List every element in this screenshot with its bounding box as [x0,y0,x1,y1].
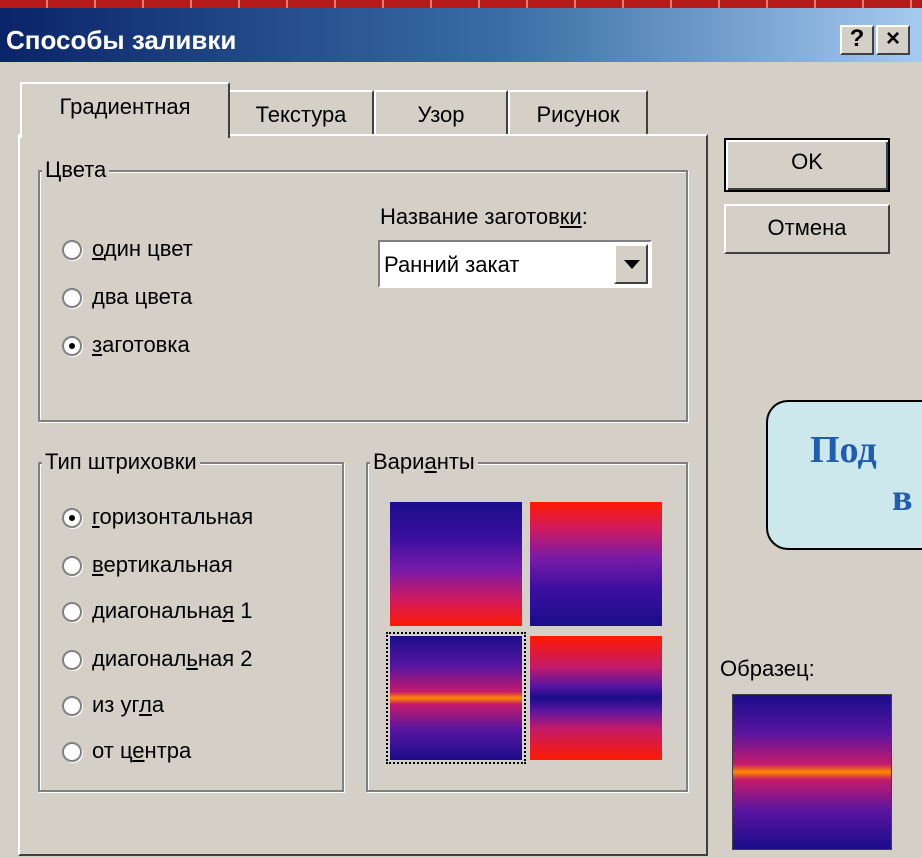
tab-gradient[interactable]: Градиентная [20,82,230,138]
radio-from-corner-indicator[interactable] [62,696,82,717]
callout-line-2: в [892,477,913,519]
radio-preset[interactable]: заготовка [62,332,190,358]
help-button[interactable]: ? [840,25,874,55]
preset-mnemonic: з [92,332,103,357]
sample-label: Образец: [720,656,815,681]
cancel-label: Отмена [767,215,847,240]
sample-preview [732,694,892,850]
radio-vertical[interactable]: вертикальная [62,552,233,578]
preset-name-value: Ранний закат [384,252,520,277]
radio-from-center-indicator[interactable] [62,742,82,763]
tab-picture-label: Рисунок [536,102,620,127]
radio-diagonal-2[interactable]: диагональная 2 [62,646,252,672]
radio-diagonal-1-indicator[interactable] [62,602,82,623]
variant-swatch-3-selection[interactable] [386,632,526,764]
diagonal-2-label: ная 2 [197,646,253,671]
callout-line-1: Под [810,429,877,471]
dialog-title-bar[interactable]: Способы заливки ? × [0,8,922,62]
ok-label: OK [791,149,823,174]
preset-dropdown-button[interactable] [614,244,648,284]
preset-label: аготовка [102,332,190,357]
vertical-label: ертикальная [103,552,233,577]
help-icon: ? [849,25,865,52]
hatch-type-legend: Тип штриховки [42,450,200,474]
radio-two-colors[interactable]: два цвета [62,284,192,310]
tab-texture[interactable]: Текстура [228,90,374,136]
from-corner-label: а [151,692,165,717]
variant-swatch-3[interactable] [390,636,522,760]
radio-from-center[interactable]: от центра [62,738,191,764]
two-colors-mnemonic: д [92,284,105,309]
dialog-title: Способы заливки [6,25,237,55]
two-colors-label: ва цвета [104,284,193,309]
variant-swatch-4[interactable] [530,636,662,760]
tab-gradient-label: Градиентная [59,94,191,119]
radio-preset-indicator[interactable] [62,336,82,357]
from-center-label: нтра [144,738,192,763]
ok-button[interactable]: OK [724,138,890,192]
chevron-down-icon [624,260,640,269]
radio-from-corner[interactable]: из угла [62,692,164,718]
one-color-label: дин цвет [103,236,193,261]
variant-swatch-1[interactable] [390,502,522,626]
cancel-button[interactable]: Отмена [724,204,890,254]
active-tab-joint [22,134,226,138]
variants-legend: Варианты [370,450,478,474]
radio-two-colors-indicator[interactable] [62,288,82,309]
radio-diagonal-2-indicator[interactable] [62,650,82,671]
preset-name-label: Название заготовки: [380,204,588,229]
radio-horizontal[interactable]: горизонтальная [62,504,253,530]
radio-vertical-indicator[interactable] [62,556,82,577]
colors-legend: Цвета [42,158,110,182]
close-icon: × [885,25,900,52]
tab-pattern-label: Узор [417,102,465,127]
radio-horizontal-indicator[interactable] [62,508,82,529]
diagonal-1-label: 1 [234,598,253,623]
tab-texture-label: Текстура [255,102,347,127]
callout-box: Под в [766,400,922,550]
radio-one-color-indicator[interactable] [62,240,82,261]
tab-picture[interactable]: Рисунок [508,90,648,136]
one-color-mnemonic: о [92,236,104,261]
preset-name-select[interactable]: Ранний закат [378,240,652,288]
radio-one-color[interactable]: один цвет [62,236,193,262]
tab-pattern[interactable]: Узор [374,90,508,136]
horizontal-label: оризонтальная [99,504,254,529]
close-button[interactable]: × [876,25,910,55]
slide-background-strip [0,0,922,8]
variant-swatch-2[interactable] [530,502,662,626]
radio-diagonal-1[interactable]: диагональная 1 [62,598,253,624]
